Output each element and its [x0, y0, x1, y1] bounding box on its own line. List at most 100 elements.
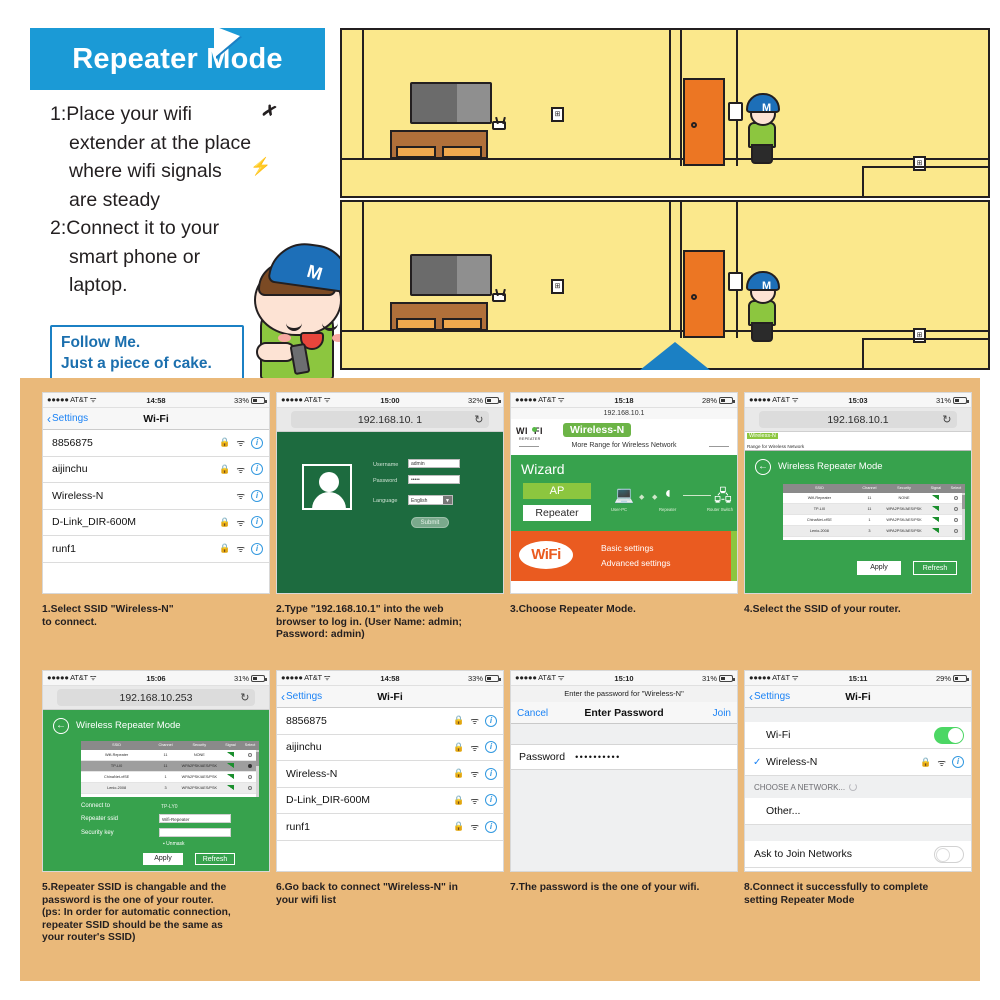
router-antenna	[502, 116, 506, 125]
info-icon[interactable]: i	[952, 756, 964, 768]
wifi-toggle-row[interactable]: Wi-Fi	[745, 722, 971, 749]
url-input[interactable]: 192.168.10.253 ↻	[56, 689, 256, 706]
wifi-row[interactable]: Wireless-N ᯤ i	[43, 483, 269, 510]
wifi-toggle[interactable]	[934, 726, 964, 744]
refresh-button[interactable]: Refresh	[913, 561, 957, 575]
connected-network-row[interactable]: ✓ Wireless-N 🔒 ᯤ i	[745, 749, 971, 776]
table-row[interactable]: Wifi-Repeater 11 NONE	[783, 493, 965, 504]
signal-bars-icon	[226, 763, 234, 768]
radio-button	[248, 785, 253, 790]
browser-url-bar: 192.168.10.253 ↻	[43, 686, 269, 710]
ios-status-bar: ●●●●● AT&T ᯤ 15:18 28%	[511, 393, 737, 408]
cell-ssid: Wifi-Repeater	[807, 496, 831, 500]
wifi-row[interactable]: Wireless-N 🔒 ᯤ i	[277, 761, 503, 788]
door-knob	[691, 122, 697, 128]
info-icon[interactable]: i	[251, 436, 263, 449]
join-button[interactable]: Join	[713, 708, 731, 719]
wifi-signal-icon: ᯤ	[470, 716, 479, 728]
info-icon[interactable]: i	[485, 820, 497, 833]
table-row[interactable]: Lenio-2008 3 WPA2PSK/AES/PSK	[81, 783, 259, 794]
stand-drawer	[442, 146, 482, 158]
password-input[interactable]: ••••••••••	[575, 752, 621, 762]
wifi-row[interactable]: runf1 🔒 ᯤ i	[43, 536, 269, 563]
language-select[interactable]: English ▼	[408, 495, 453, 505]
signal-dot-icon: ◆	[652, 494, 658, 501]
refresh-button[interactable]: Refresh	[195, 853, 235, 865]
table-row[interactable]: ChinaNet-xfSE 1 WPA2PSK/AES/PSK	[81, 772, 259, 783]
avatar-body	[312, 492, 346, 510]
info-icon[interactable]: i	[251, 516, 263, 529]
password-label: Password	[519, 751, 566, 763]
url-input[interactable]: 192.168.10. 1 ↻	[290, 411, 490, 428]
side-accent	[731, 531, 737, 581]
reload-icon[interactable]: ↻	[942, 413, 951, 426]
security-key-input[interactable]	[159, 828, 231, 837]
table-scrollbar[interactable]	[256, 750, 259, 797]
basic-settings-link[interactable]: Basic settings	[601, 543, 653, 553]
radio-button	[953, 495, 958, 500]
reload-icon[interactable]: ↻	[240, 691, 249, 704]
back-arrow-icon[interactable]: ←	[755, 459, 771, 475]
nav-title: Wi-Fi	[845, 691, 871, 703]
table-row[interactable]: TP-LI0 11 WPA2PSK/AES/PSK	[783, 504, 965, 515]
table-scrollbar[interactable]	[962, 493, 965, 540]
laptop-icon: 💻	[614, 487, 634, 504]
ask-to-join-toggle[interactable]	[934, 845, 964, 863]
info-icon[interactable]: i	[485, 741, 497, 754]
mini-mascot-top: M	[728, 88, 786, 164]
wifi-row[interactable]: 8856875 🔒 ᯤ i	[43, 430, 269, 457]
wifi-row[interactable]: 8856875 🔒 ᯤ i	[277, 708, 503, 735]
apply-button[interactable]: Apply	[857, 561, 901, 575]
instruction-column: Repeater Mode 1:Place your wifi extender…	[22, 20, 355, 380]
info-icon[interactable]: i	[251, 542, 263, 555]
wall-line	[669, 202, 671, 330]
info-icon[interactable]: i	[485, 794, 497, 807]
url-input[interactable]: 192.168.10.1 ↻	[758, 411, 958, 428]
mode-ap-button[interactable]: AP	[523, 483, 591, 499]
wifi-row[interactable]: D-Link_DIR-600M 🔒 ᯤ i	[43, 510, 269, 536]
username-input[interactable]: admin	[408, 459, 460, 468]
radio-button	[248, 774, 253, 779]
table-row[interactable]: ChinaNet-xfSE 1 WPA2PSK/AES/PSK	[783, 515, 965, 526]
submit-button[interactable]: Submit	[411, 517, 449, 528]
back-arrow-icon[interactable]: ←	[53, 718, 69, 734]
battery-indicator: 33%	[233, 395, 267, 405]
advanced-settings-link[interactable]: Advanced settings	[601, 558, 670, 568]
col-security: Security	[897, 486, 911, 490]
info-icon[interactable]: i	[485, 714, 497, 727]
choose-network-header: CHOOSE A NETWORK...	[745, 776, 971, 798]
info-icon[interactable]: i	[251, 463, 263, 476]
brand-strip: Wireless-N	[745, 432, 971, 442]
apply-button[interactable]: Apply	[143, 853, 183, 865]
ask-to-join-row[interactable]: Ask to Join Networks	[745, 841, 971, 868]
wifi-row[interactable]: aijinchu 🔒 ᯤ i	[43, 457, 269, 483]
panel-6-wifi-list: ●●●●● AT&T ᯤ 14:58 33% ‹ Settings Wi-Fi 8…	[276, 670, 504, 872]
reload-icon[interactable]: ↻	[474, 413, 483, 426]
cell-signal	[220, 785, 241, 791]
browser-url-bar: 192.168.10.1 ↻	[745, 408, 971, 432]
info-icon[interactable]: i	[251, 489, 263, 502]
table-row[interactable]: Wifi-Repeater 11 NONE	[81, 750, 259, 761]
router-device	[492, 116, 506, 130]
repeater-ssid-input[interactable]: Wifi-Repeater	[159, 814, 231, 823]
password-field-row[interactable]: Password ••••••••••	[511, 744, 737, 770]
battery-percent: 29%	[935, 673, 951, 683]
password-input[interactable]: •••••	[408, 475, 460, 484]
info-icon[interactable]: i	[485, 767, 497, 780]
stand-drawer	[442, 318, 482, 330]
wall-line	[669, 30, 671, 158]
unmask-checkbox[interactable]: ▪ Unmask	[163, 841, 185, 847]
cell-security: WPA2PSK/AES/PSK	[886, 529, 922, 533]
table-row[interactable]: Lenio-2008 3 WPA2PSK/AES/PSK	[783, 526, 965, 537]
wall-line	[736, 202, 738, 338]
other-network-row[interactable]: Other...	[745, 798, 971, 825]
wifi-row[interactable]: runf1 🔒 ᯤ i	[277, 814, 503, 841]
mode-repeater-button[interactable]: Repeater	[523, 505, 591, 521]
cell-channel: 11	[163, 753, 168, 757]
wifi-row[interactable]: aijinchu 🔒 ᯤ i	[277, 735, 503, 761]
battery-percent: 33%	[233, 395, 249, 405]
cell-security: NONE	[193, 753, 205, 757]
cell-security: NONE	[898, 496, 910, 500]
table-row[interactable]: TP-LI0 11 WPA2PSK/AES/PSK	[81, 761, 259, 772]
wifi-row[interactable]: D-Link_DIR-600M 🔒 ᯤ i	[277, 788, 503, 814]
